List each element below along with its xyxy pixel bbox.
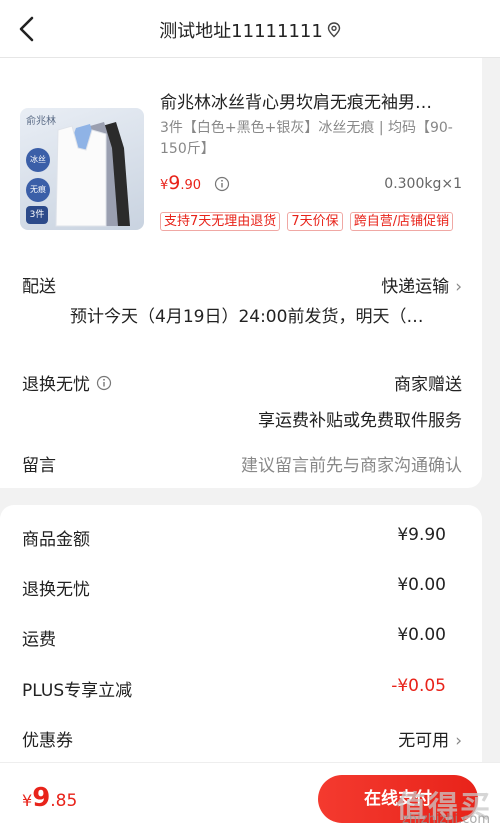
summary-value: ¥0.00 [397,625,446,645]
address-text: 测试地址11111111 [159,21,323,42]
product-title[interactable]: 俞兆林冰丝背心男坎肩无痕无袖男… [160,88,460,113]
chevron-right-icon: › [455,731,462,751]
tag-7day-return: 支持7天无理由退货 [160,212,281,231]
summary-label: PLUS专享立减 [22,681,133,701]
total-decimal: .85 [50,791,78,811]
message-label: 留言 [22,456,56,476]
delivery-estimate: 预计今天（4月19日）24:00前发货，明天（… [70,307,424,327]
total-integer: 9 [32,783,51,813]
price-integer: 9 [168,172,181,194]
message-input[interactable]: 建议留言前先与商家沟通确认 [241,451,462,476]
summary-label: 运费 [22,630,56,650]
thumb-badge-ice: 冰丝 [26,148,50,172]
summary-value: -¥0.05 [391,676,446,696]
watermark-url: zhizhizhi.com [402,812,490,827]
delivery-label: 配送 [22,277,56,297]
scrollbar[interactable] [484,58,498,762]
thumb-badge-qty: 3件 [26,206,48,224]
summary-value: ¥9.90 [397,525,446,545]
return-worry-free-subtext: 享运费补贴或免费取件服务 [258,411,462,431]
summary-label: 商品金额 [22,530,90,550]
info-icon[interactable] [96,375,112,396]
return-worry-free-value: 商家赠送 [394,375,462,395]
address-title[interactable]: 测试地址11111111 [0,17,500,43]
summary-value: ¥0.00 [397,575,446,595]
order-card: 俞兆林 冰丝 无痕 3件 俞兆林冰丝背心男坎肩无痕无袖男… 3件【白色+黑色+银… [0,58,482,488]
tag-promo: 跨自营/店铺促销 [349,212,454,231]
info-icon[interactable] [214,176,230,192]
product-thumbnail[interactable]: 俞兆林 冰丝 无痕 3件 [20,108,144,230]
tag-price-protect: 7天价保 [287,212,343,231]
weight-quantity: 0.300kg×1 [384,176,462,192]
price-summary-card: 商品金额 ¥9.90 退换无忧 ¥0.00 运费 ¥0.00 PLUS专享立减 … [0,505,482,775]
price-decimal: .90 [180,178,202,193]
coupon-text: 无可用 [398,731,450,751]
thumb-badge-seamless: 无痕 [26,178,50,202]
summary-label: 退换无忧 [22,580,90,600]
summary-label: 优惠券 [22,731,73,751]
delivery-method[interactable]: 快递运输 › [381,272,462,297]
total-currency: ¥ [22,791,33,810]
service-tags: 支持7天无理由退货 7天价保 跨自营/店铺促销 [160,210,460,236]
delivery-method-text: 快递运输 [381,277,450,297]
location-pin-icon [327,21,341,43]
chevron-right-icon: › [455,277,462,297]
total-price: ¥9.85 [22,783,77,813]
return-worry-free-text: 退换无忧 [22,375,90,395]
product-price: ¥9.90 [160,172,201,194]
product-spec: 3件【白色+黑色+银灰】冰丝无痕 | 均码【90-150斤】 [160,120,453,157]
return-worry-free-label[interactable]: 退换无忧 [22,370,112,396]
header: 测试地址11111111 [0,0,500,58]
coupon-value: 无可用 › [398,726,462,751]
